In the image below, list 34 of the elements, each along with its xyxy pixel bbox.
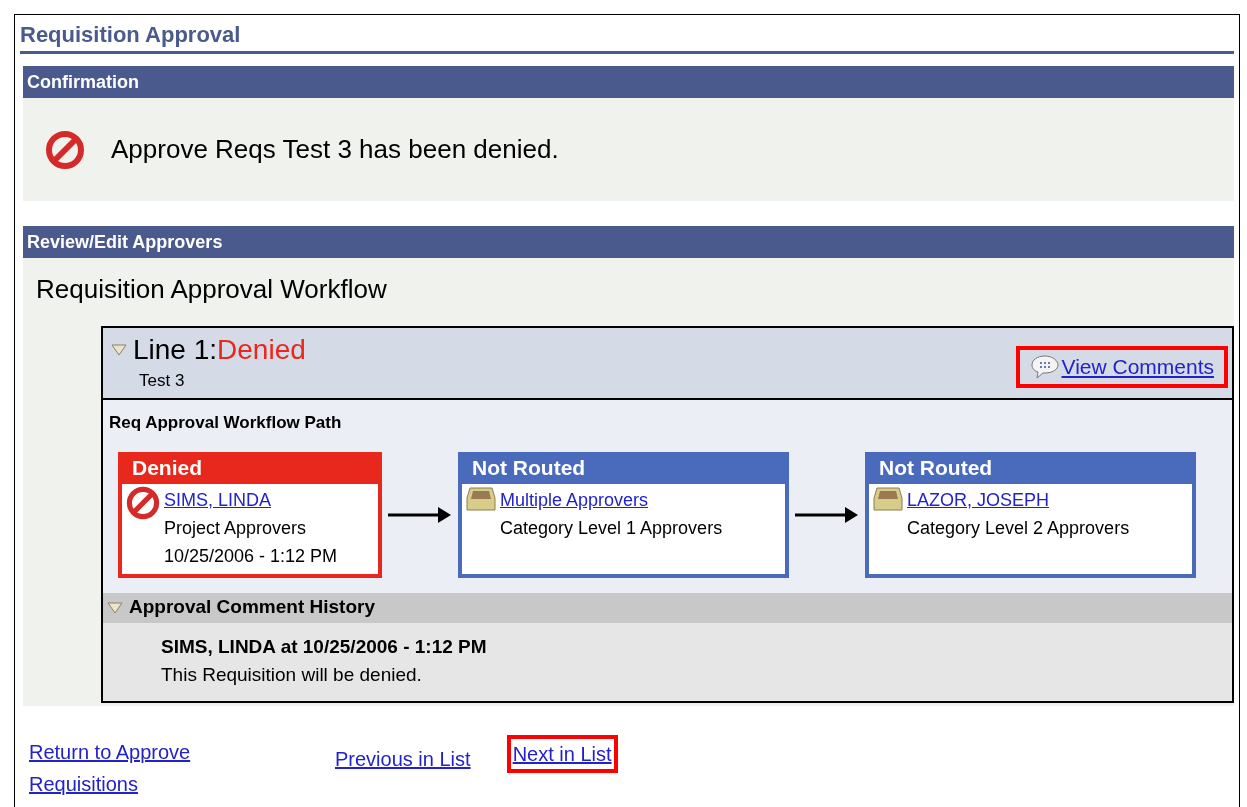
section-header: Review/Edit Approvers bbox=[27, 230, 223, 254]
approver-group: Category Level 2 Approvers bbox=[907, 513, 1130, 542]
collapse-triangle-icon[interactable] bbox=[111, 344, 127, 356]
confirmation-message: Approve Reqs Test 3 has been denied. bbox=[111, 133, 559, 166]
inbox-tray-icon bbox=[466, 485, 496, 512]
comment-history-title: Approval Comment History bbox=[129, 595, 375, 620]
footer-link[interactable]: Next in List bbox=[506, 735, 618, 773]
action-time: 10/25/2006 - 1:12 PM bbox=[164, 544, 338, 568]
line-status: Line 1:Denied bbox=[133, 334, 306, 366]
page-title: Requisition Approval bbox=[20, 21, 241, 49]
section-header: Confirmation bbox=[27, 70, 139, 94]
approver-link[interactable]: SIMS, LINDA bbox=[164, 485, 272, 514]
footer-link[interactable]: Return to Approve Requisitions bbox=[23, 732, 223, 804]
line-description: Test 3 bbox=[139, 370, 185, 392]
view-comments-link[interactable]: View Comments bbox=[1015, 346, 1228, 388]
inbox-tray-icon bbox=[873, 485, 903, 512]
arrow-icon bbox=[795, 504, 859, 525]
stage-status: Denied bbox=[131, 454, 203, 481]
approver-group: Category Level 1 Approvers bbox=[500, 513, 723, 542]
speech-bubble-icon bbox=[1029, 354, 1060, 380]
stage-status: Not Routed bbox=[878, 454, 994, 481]
comment-text: This Requisition will be denied. bbox=[161, 663, 422, 687]
denied-icon bbox=[126, 485, 160, 520]
approver-link[interactable]: Multiple Approvers bbox=[500, 485, 649, 514]
stage-status: Not Routed bbox=[471, 454, 587, 481]
approver-link[interactable]: LAZOR, JOSEPH bbox=[907, 485, 1050, 514]
collapse-triangle-icon[interactable] bbox=[107, 601, 123, 614]
approver-group: Project Approvers bbox=[164, 513, 307, 542]
footer-link[interactable]: Previous in List bbox=[329, 740, 477, 778]
comment-author: SIMS, LINDA at 10/25/2006 - 1:12 PM bbox=[161, 634, 487, 659]
workflow-path-title: Req Approval Workflow Path bbox=[109, 412, 342, 434]
arrow-icon bbox=[388, 504, 452, 525]
denied-icon bbox=[45, 129, 85, 170]
section-heading: Requisition Approval Workflow bbox=[36, 273, 387, 306]
